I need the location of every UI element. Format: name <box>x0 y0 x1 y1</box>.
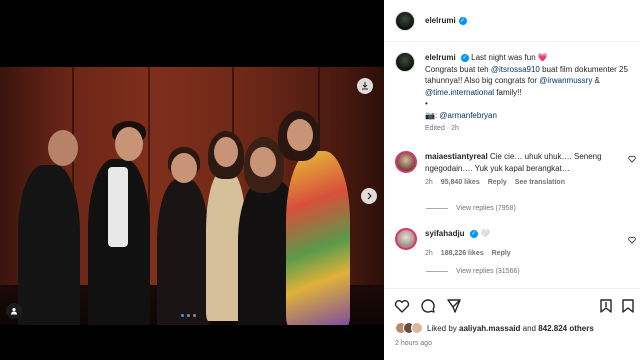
person-3 <box>157 179 209 325</box>
carousel-dot <box>187 314 190 317</box>
comment-body: syifahadju ✓ 🤍 2h 188,226 likes Reply <box>425 228 621 259</box>
caption-line1: Last night was fun 💗 <box>471 53 548 62</box>
caption: elelrumi ✓ Last night was fun 💗 Congrats… <box>395 52 635 135</box>
person-2-shirt <box>108 167 128 247</box>
person-4-head <box>214 137 238 167</box>
liker-avatar <box>411 322 423 334</box>
download-icon[interactable] <box>357 78 373 94</box>
person-3-head <box>171 153 197 183</box>
comment-likes[interactable]: 95,840 likes <box>441 177 480 189</box>
comment-body: maiaestiantyreal Cie cie… uhuk uhuk…. Se… <box>425 151 621 189</box>
view-replies-label[interactable]: View replies (7958) <box>456 205 516 212</box>
comment-meta: 2h 188,226 likes Reply <box>425 248 621 260</box>
media-area <box>0 0 384 360</box>
comment-username[interactable]: maiaestiantyreal <box>425 152 488 161</box>
carousel-dot <box>181 314 184 317</box>
comment-item: syifahadju ✓ 🤍 2h 188,226 likes Reply <box>395 228 639 259</box>
share-icon[interactable] <box>446 298 462 314</box>
comment-likes[interactable]: 188,226 likes <box>441 248 484 260</box>
mention-link[interactable]: @time.international <box>425 88 494 97</box>
mention-link[interactable]: @irwanmussry <box>539 76 592 85</box>
view-replies-label[interactable]: View replies (31566) <box>456 268 520 275</box>
comment-avatar[interactable] <box>395 228 417 250</box>
caption-username[interactable]: elelrumi <box>425 53 456 62</box>
like-comment-icon[interactable] <box>628 236 636 244</box>
person-5-head <box>250 147 276 177</box>
person-1 <box>18 165 80 325</box>
view-replies-button[interactable]: View replies (31566) <box>426 268 520 275</box>
liker-username[interactable]: aaliyah.massaid <box>459 324 520 333</box>
replies-divider <box>426 271 448 272</box>
edited-label: Edited · 2h <box>425 125 459 132</box>
comment-time: 2h <box>425 249 433 257</box>
comment-username[interactable]: syifahadju <box>425 229 465 238</box>
caption-bullet: • <box>425 99 428 108</box>
caption-amp: & <box>592 76 600 85</box>
reply-button[interactable]: Reply <box>492 248 511 260</box>
tagged-users-icon[interactable] <box>6 303 22 319</box>
carousel-indicator <box>181 314 196 317</box>
person-1-head <box>48 130 78 166</box>
caption-avatar[interactable] <box>395 52 415 72</box>
likes-prefix: Liked by <box>427 323 460 333</box>
verified-icon: ✓ <box>469 229 478 238</box>
post-photo[interactable] <box>0 67 384 325</box>
comment-icon[interactable] <box>420 298 436 314</box>
photo-credit-label: 📷: <box>425 110 440 120</box>
mention-link[interactable]: @itsrossa910 <box>491 65 540 74</box>
comment-avatar[interactable] <box>395 151 417 173</box>
person-6 <box>286 151 350 325</box>
carousel-dot <box>193 314 196 317</box>
mention-link[interactable]: @armanfebryan <box>439 111 496 120</box>
person-6-head <box>287 119 313 151</box>
caption-line3-suffix: family!! <box>494 87 522 97</box>
likes-summary: Liked by aaliyah.massaid and 842.824 oth… <box>395 322 594 334</box>
bookmark-icon[interactable] <box>620 298 636 314</box>
post-details-panel: elelrumi ✓ elelrumi ✓ Last night was fun… <box>384 0 640 360</box>
caption-text: elelrumi ✓ Last night was fun 💗 Congrats… <box>425 52 635 135</box>
like-comment-icon[interactable] <box>628 155 636 163</box>
comment-time: 2h <box>425 179 433 186</box>
comment-meta: 2h 95,840 likes Reply See translation <box>425 177 621 189</box>
post-timestamp: 2 hours ago <box>395 340 432 347</box>
view-replies-button[interactable]: View replies (7958) <box>426 205 516 212</box>
verified-icon: ✓ <box>460 53 469 62</box>
person-2-head <box>115 127 143 161</box>
likes-text: Liked by aaliyah.massaid and 842.824 oth… <box>427 324 594 333</box>
heart-icon[interactable] <box>394 298 410 314</box>
comment-text: 🤍 <box>480 229 491 238</box>
comment-item: maiaestiantyreal Cie cie… uhuk uhuk…. Se… <box>395 151 639 189</box>
next-arrow-icon[interactable] <box>361 188 377 204</box>
caption-line2: Congrats buat teh <box>425 64 491 74</box>
reply-button[interactable]: Reply <box>488 177 507 189</box>
action-bar <box>384 288 640 318</box>
avatar[interactable] <box>395 10 415 31</box>
verified-icon: ✓ <box>458 16 467 25</box>
likes-count[interactable]: 842.824 others <box>538 324 594 333</box>
header-username[interactable]: elelrumi <box>425 16 456 25</box>
post-header: elelrumi ✓ <box>384 0 640 42</box>
save-post-icon[interactable] <box>598 298 614 314</box>
see-translation-button[interactable]: See translation <box>515 177 565 189</box>
replies-divider <box>426 208 448 209</box>
likes-middle: and <box>520 323 539 333</box>
